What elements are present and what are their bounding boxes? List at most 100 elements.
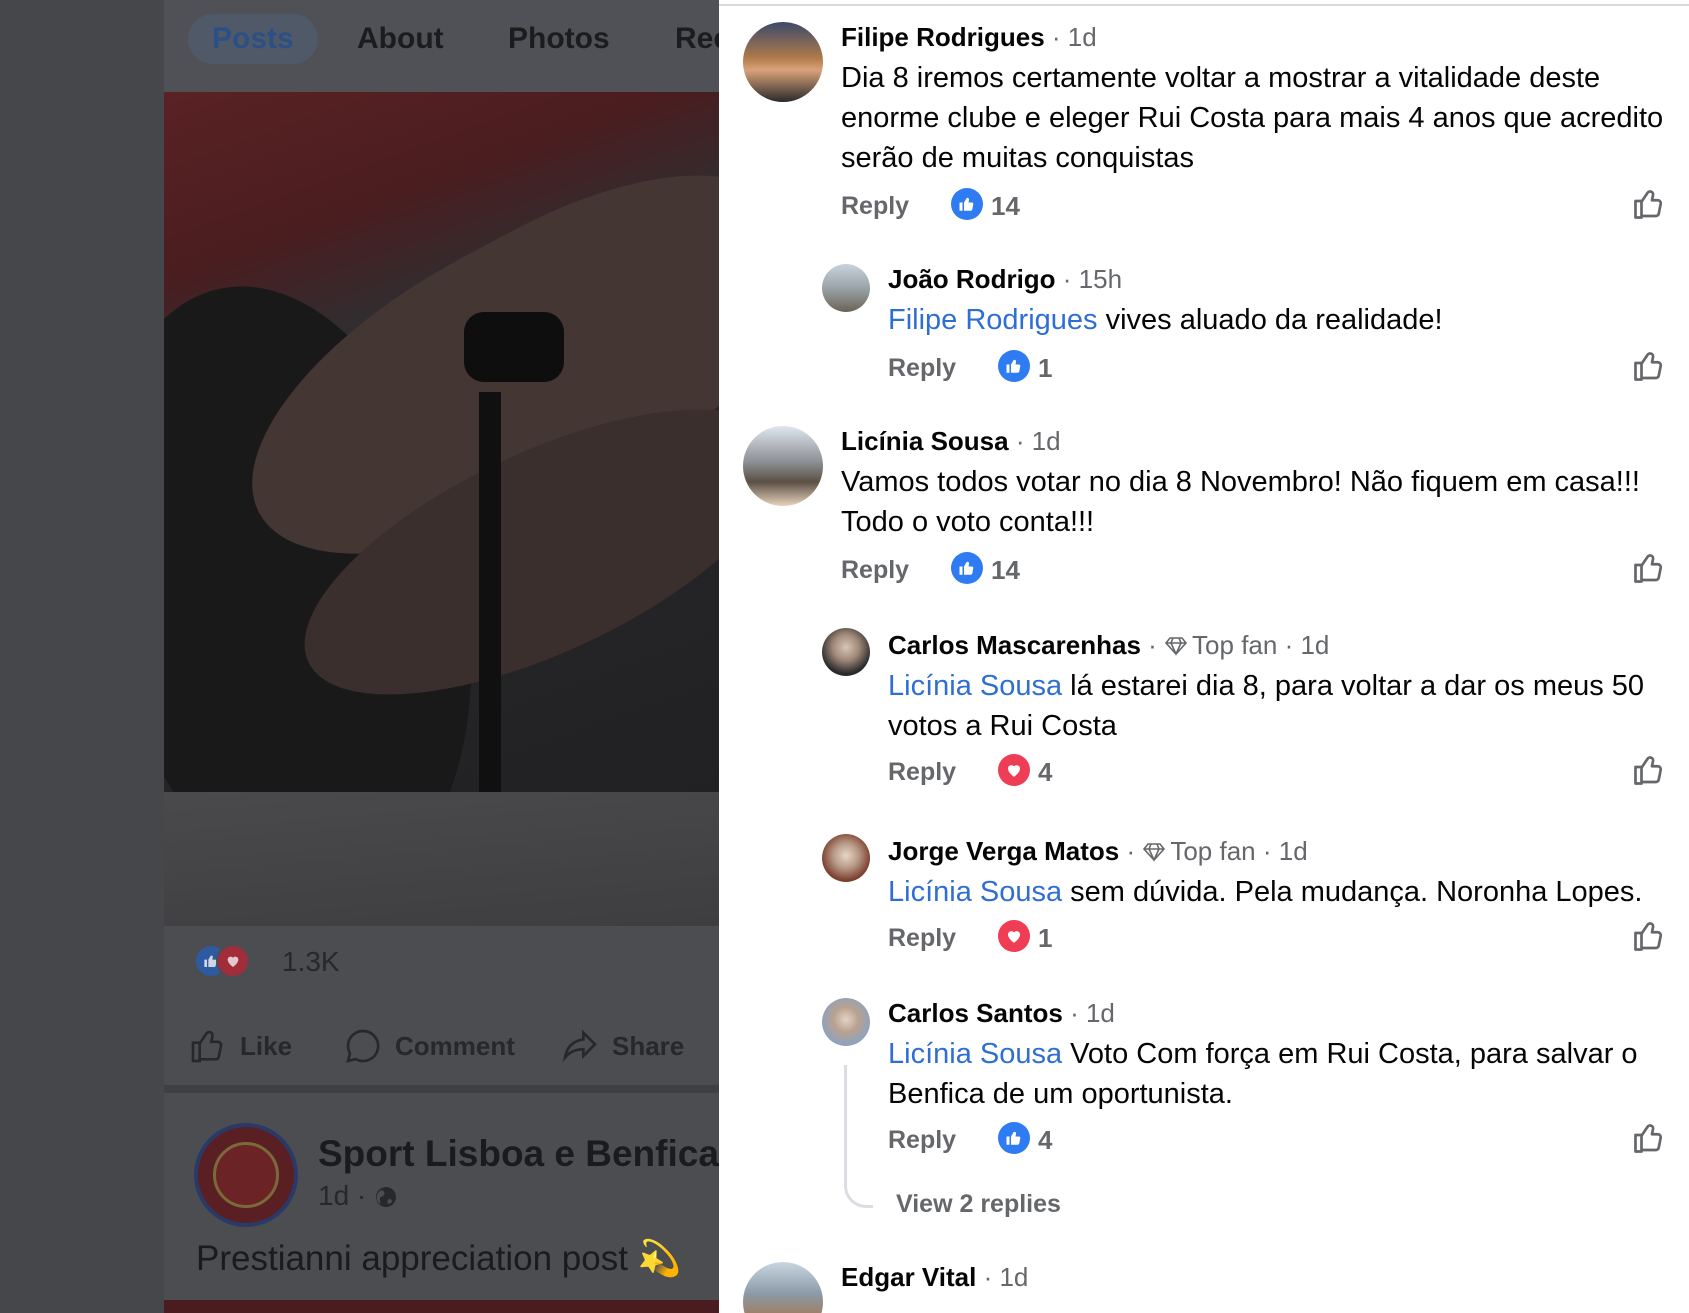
comment-author[interactable]: Edgar Vital xyxy=(841,1262,976,1292)
comment-author[interactable]: Licínia Sousa xyxy=(841,426,1009,456)
next-post-image-edge xyxy=(164,1300,719,1313)
comment-label: Comment xyxy=(395,1030,515,1061)
comment-header: Carlos Mascarenhas · Top fan · 1d xyxy=(888,630,1329,661)
comment-text: Licínia Sousa lá estarei dia 8, para vol… xyxy=(888,666,1678,746)
page-logo-avatar[interactable] xyxy=(194,1123,298,1227)
comment-time: · 1d xyxy=(1051,22,1097,52)
comment-header: João Rodrigo · 15h xyxy=(888,264,1122,295)
mention-link[interactable]: Licínia Sousa xyxy=(888,876,1062,908)
thumbs-up-icon[interactable] xyxy=(1631,348,1667,384)
comment-author[interactable]: João Rodrigo xyxy=(888,264,1056,294)
avatar[interactable] xyxy=(822,998,870,1046)
thumbs-up-icon[interactable] xyxy=(1631,550,1667,586)
love-reaction-icon[interactable] xyxy=(998,920,1030,952)
comment-author[interactable]: Carlos Santos xyxy=(888,998,1063,1028)
comment-time: · 1d xyxy=(1284,630,1330,660)
comment-actions: Reply 1 xyxy=(888,350,1678,390)
avatar[interactable] xyxy=(743,426,823,506)
reply-button[interactable]: Reply xyxy=(888,1126,956,1155)
next-post: Sport Lisboa e Benfica 1d · Prestianni a… xyxy=(164,1093,719,1313)
comment-text-content: sem dúvida. Pela mudança. Noronha Lopes. xyxy=(1062,876,1643,908)
page-name[interactable]: Sport Lisboa e Benfica xyxy=(318,1133,719,1175)
reply-button[interactable]: Reply xyxy=(841,556,909,585)
comment-icon xyxy=(346,1029,380,1063)
share-icon xyxy=(562,1029,597,1063)
reaction-count: 1.3K xyxy=(282,946,340,977)
love-icon xyxy=(216,944,250,978)
reply-button[interactable]: Reply xyxy=(888,354,956,383)
like-reaction-icon[interactable] xyxy=(998,350,1030,382)
post-photo[interactable] xyxy=(164,92,719,926)
comment-header: Licínia Sousa · 1d xyxy=(841,426,1061,457)
comment-text: Vamos todos votar no dia 8 Novembro! Não… xyxy=(841,466,1640,538)
love-reaction-icon[interactable] xyxy=(998,754,1030,786)
comment-time: · 1d xyxy=(1015,426,1061,456)
comment-header: Edgar Vital · 1d xyxy=(841,1262,1028,1293)
avatar[interactable] xyxy=(743,22,823,102)
comment-header: Filipe Rodrigues · 1d xyxy=(841,22,1097,53)
mention-link[interactable]: Licínia Sousa xyxy=(888,1038,1062,1070)
tab-reels[interactable]: Ree xyxy=(675,22,719,56)
diamond-icon xyxy=(1164,637,1188,656)
reply-button[interactable]: Reply xyxy=(888,924,956,953)
comment-author[interactable]: Jorge Verga Matos xyxy=(888,836,1119,866)
tab-photos[interactable]: Photos xyxy=(508,22,610,56)
header-separator: · xyxy=(1126,836,1136,866)
view-replies-link[interactable]: View 2 replies xyxy=(896,1190,1061,1219)
header-separator: · xyxy=(1148,630,1157,660)
comment-time: · 1d xyxy=(983,1262,1029,1292)
comment-time: · 1d xyxy=(1262,836,1308,866)
post-text: Prestianni appreciation post 💫 xyxy=(196,1238,681,1279)
photo-shape xyxy=(164,792,719,926)
reply-button[interactable]: Reply xyxy=(888,758,956,787)
avatar[interactable] xyxy=(822,264,870,312)
dizzy-emoji: 💫 xyxy=(637,1239,682,1278)
reaction-count: 1 xyxy=(1038,353,1053,383)
post-text-content: Prestianni appreciation post xyxy=(196,1239,628,1278)
profile-tabs: Posts About Photos Ree xyxy=(164,0,719,92)
avatar[interactable] xyxy=(822,628,870,676)
like-button[interactable]: Like xyxy=(188,1026,292,1066)
mention-link[interactable]: Licínia Sousa xyxy=(888,670,1062,702)
crest-icon xyxy=(213,1142,279,1208)
like-reaction-icon[interactable] xyxy=(951,552,983,584)
comment-text-content: vives aluado da realidade! xyxy=(1097,304,1443,336)
top-fan-badge: Top fan xyxy=(1164,630,1277,660)
comment-time: · 15h xyxy=(1062,264,1123,294)
thumbs-up-icon[interactable] xyxy=(1631,1120,1667,1156)
reaction-count: 1 xyxy=(1038,923,1053,953)
page-name-text: Sport Lisboa e Benfica xyxy=(318,1133,719,1174)
thumbs-up-icon[interactable] xyxy=(1631,918,1667,954)
comment-text: Licínia Sousa sem dúvida. Pela mudança. … xyxy=(888,872,1688,912)
comment-text: Licínia Sousa Voto Com força em Rui Cost… xyxy=(888,1034,1678,1114)
feed-divider xyxy=(164,1085,719,1093)
post-actions: Like Comment Share xyxy=(188,1020,698,1070)
comment-actions: Reply 14 xyxy=(841,188,1671,228)
tab-about[interactable]: About xyxy=(357,22,444,56)
avatar[interactable] xyxy=(822,834,870,882)
top-fan-label: Top fan xyxy=(1170,836,1256,866)
tab-posts[interactable]: Posts xyxy=(188,14,318,64)
reaction-count: 4 xyxy=(1038,1125,1053,1155)
thumbs-up-icon[interactable] xyxy=(1631,752,1667,788)
avatar[interactable] xyxy=(743,1262,823,1313)
comment-author[interactable]: Carlos Mascarenhas xyxy=(888,630,1141,660)
reaction-count: 4 xyxy=(1038,757,1053,787)
top-fan-label: Top fan xyxy=(1192,630,1278,660)
comment-actions: Reply 14 xyxy=(841,552,1671,592)
like-reaction-icon[interactable] xyxy=(998,1122,1030,1154)
mention-link[interactable]: Filipe Rodrigues xyxy=(888,304,1098,336)
reply-button[interactable]: Reply xyxy=(841,192,909,221)
thumbs-up-icon xyxy=(191,1030,223,1063)
thread-connector xyxy=(844,1065,873,1208)
comment-reply: João Rodrigo · 15h Filipe Rodrigues vive… xyxy=(719,240,1689,390)
comment-button[interactable]: Comment xyxy=(343,1026,515,1066)
like-reaction-icon[interactable] xyxy=(951,188,983,220)
share-button[interactable]: Share xyxy=(560,1026,684,1066)
left-gutter xyxy=(0,0,164,1313)
globe-icon xyxy=(376,1187,397,1207)
photo-shape xyxy=(464,312,564,382)
comment-author[interactable]: Filipe Rodrigues xyxy=(841,22,1045,52)
thumbs-up-icon[interactable] xyxy=(1631,186,1667,222)
comment-reply: Jorge Verga Matos · Top fan · 1d Licínia… xyxy=(719,814,1689,964)
